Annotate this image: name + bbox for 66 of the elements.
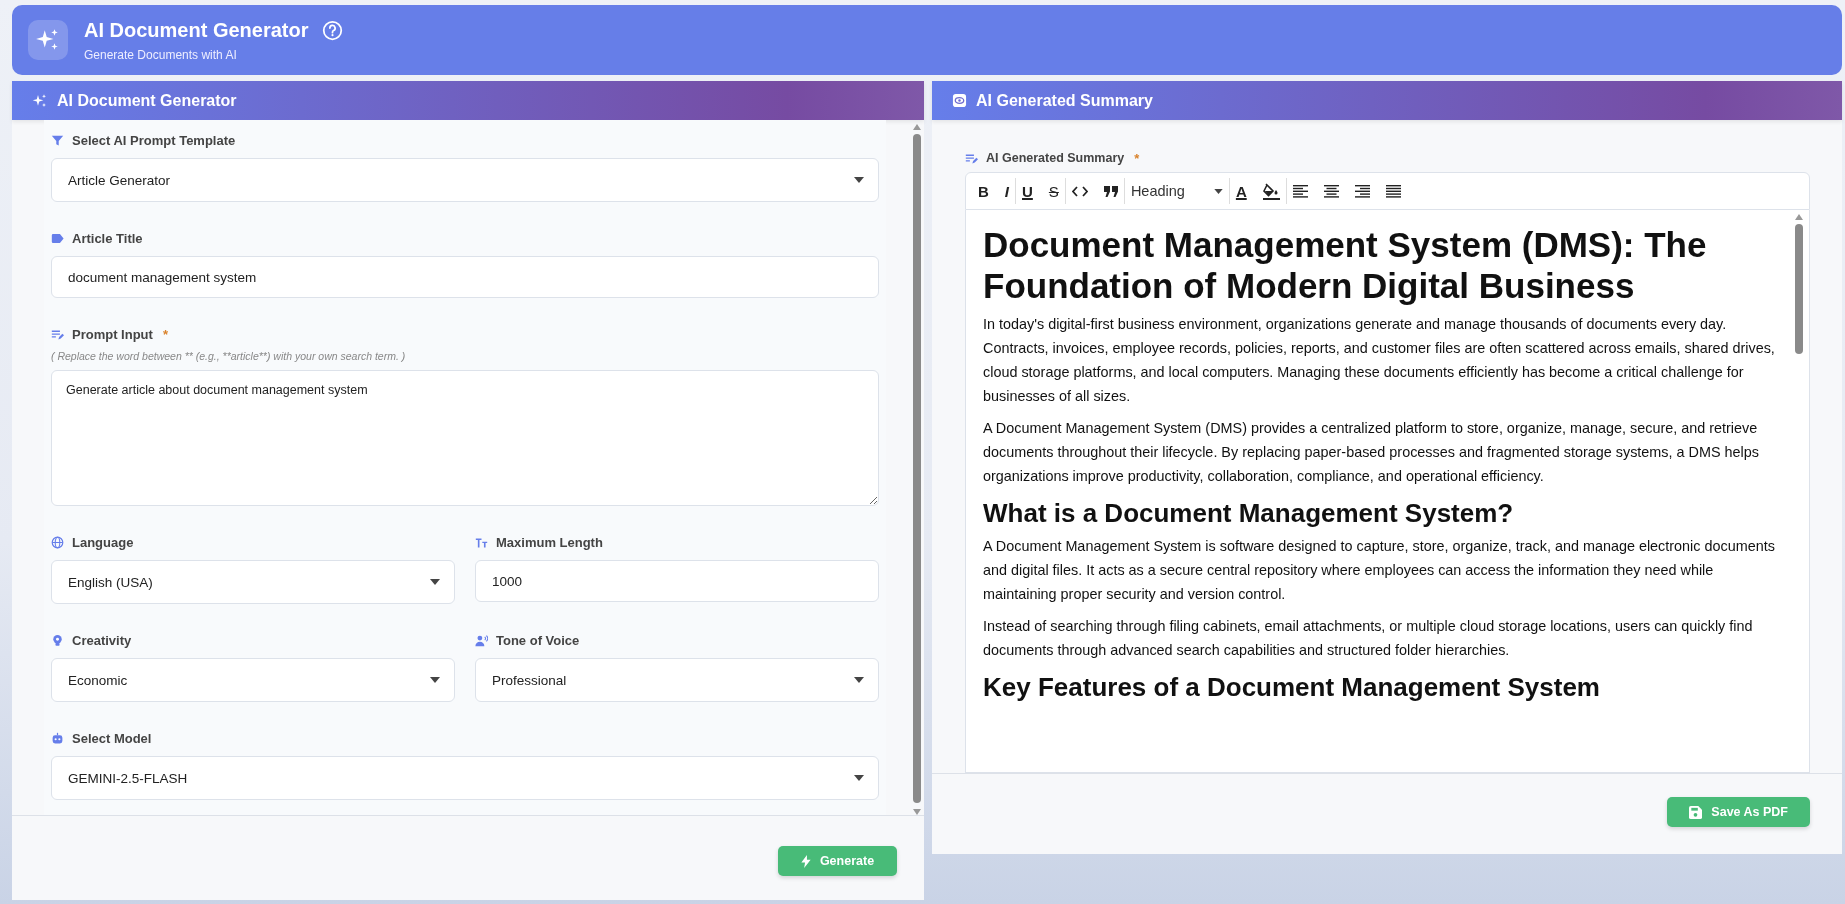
dropdown[interactable]: Economic [51, 658, 455, 702]
text-color-button[interactable]: A [1235, 182, 1247, 200]
align-center-icon[interactable] [1323, 184, 1339, 198]
strikethrough-button[interactable]: S [1048, 182, 1059, 200]
justify-icon[interactable] [1385, 184, 1401, 198]
document-title: Document Management System (DMS): The Foundation of Modern Digital Business [983, 224, 1708, 306]
field-label: Select Model [72, 730, 152, 746]
scroll-thumb[interactable] [1795, 224, 1803, 354]
dropdown[interactable]: GEMINI-2.5-FLASH [51, 756, 879, 800]
heading-dropdown[interactable]: Heading [1130, 183, 1223, 199]
globe-icon [51, 535, 64, 549]
field-label: AI Generated Summary [986, 151, 1125, 165]
paragraph: A Document Management System is software designed to capture, store, organize, track, and manage electronic documents and digital files. It acts as a secure central repository where employees can access the information they need while maintaining proper security and version control. [983, 537, 1776, 604]
app-subtitle: Generate Documents with AI [84, 47, 238, 62]
text-input-field[interactable]: 1000 [475, 560, 879, 602]
scroll-up-arrow-icon[interactable] [1795, 214, 1803, 220]
paragraph: Instead of searching through filing cabinets, email attachments, or multiple cloud storage locations, users can quickly find documents through advanced search capabilities and structured folder hierarchies. [983, 617, 1754, 660]
scroll-thumb[interactable] [913, 134, 921, 803]
caret-icon [854, 177, 864, 183]
dropdown[interactable]: English (USA) [51, 560, 455, 604]
dropdown[interactable]: Professional [475, 658, 879, 702]
caret-icon [1213, 188, 1223, 194]
underline-button[interactable]: U [1022, 182, 1033, 200]
italic-button[interactable]: I [1004, 182, 1009, 200]
field-label: Language [72, 534, 134, 550]
speaking-person-icon [475, 633, 488, 647]
scroll-down-arrow-icon[interactable] [913, 809, 921, 815]
required-mark: * [1134, 150, 1140, 166]
field-label: Creativity [72, 632, 132, 648]
caret-icon [854, 677, 864, 683]
dropdown[interactable]: Article Generator [51, 158, 879, 202]
help-icon[interactable] [322, 19, 344, 41]
text-input-field[interactable]: document management system [51, 256, 879, 298]
robot-icon [51, 731, 64, 745]
field-label: Select AI Prompt Template [72, 132, 236, 148]
scroll-up-arrow-icon[interactable] [913, 124, 921, 130]
paragraph: In today's digital-first business environment, organizations generate and manage thousands of documents every day. Contracts, invoices, employee records, policies, reports, and customer files are often scattered across emails, shared drives, cloud storage platforms, and local computers. Managing these documents efficiently has become a critical challenge for businesses of all sizes. [983, 315, 1776, 406]
panel-title: AI Document Generator [57, 91, 237, 110]
section-heading: What is a Document Management System? [983, 497, 1515, 530]
paragraph: A Document Management System (DMS) provides a centralized platform to store, organize, manage, secure, and retrieve documents throughout their lifecycle. By replacing paper-based processes and fragmented storage systems, a DMS helps organizations improve productivity, collaboration, compliance, and operational efficiency. [983, 419, 1760, 486]
caret-icon [430, 677, 440, 683]
field-label: Maximum Length [496, 534, 603, 550]
paint-bucket-icon[interactable] [1262, 182, 1280, 200]
caret-icon [854, 775, 864, 781]
section-heading: Key Features of a Document Management System [983, 671, 1601, 704]
field-label: Article Title [72, 230, 143, 246]
filter-icon [51, 133, 64, 147]
required-mark: * [162, 326, 168, 342]
align-right-icon[interactable] [1354, 184, 1370, 198]
align-left-icon[interactable] [1292, 184, 1308, 198]
field-hint: ( Replace the word between ** (e.g., **article**) with your own search term. ) [51, 350, 407, 362]
field-label: Prompt Input [72, 326, 153, 342]
app-title: AI Document Generator [84, 18, 309, 42]
panel-title: AI Generated Summary [976, 91, 1153, 110]
text-size-icon [475, 535, 488, 549]
sparkle-logo-icon [28, 20, 68, 60]
eye-box-icon [952, 93, 967, 108]
lightning-icon [800, 854, 811, 868]
tag-icon [51, 231, 64, 245]
field-label: Tone of Voice [496, 632, 580, 648]
caret-icon [430, 579, 440, 585]
lightbulb-icon [51, 633, 64, 647]
bold-button[interactable]: B [978, 182, 989, 200]
prompt-text-area[interactable]: Generate article about document management system [51, 370, 879, 506]
code-icon[interactable] [1071, 185, 1088, 197]
quote-icon[interactable] [1103, 185, 1118, 197]
